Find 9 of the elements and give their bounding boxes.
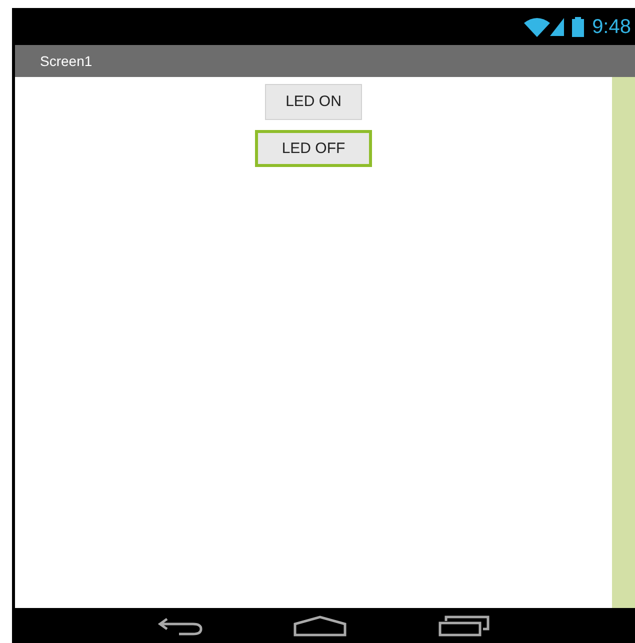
battery-icon bbox=[572, 16, 584, 36]
recent-apps-icon bbox=[438, 614, 490, 636]
app-button[interactable]: LED OFF bbox=[254, 130, 372, 167]
app-button[interactable]: LED ON bbox=[264, 84, 362, 120]
back-icon bbox=[157, 616, 204, 636]
clock: 9:48 bbox=[592, 14, 631, 40]
home-icon bbox=[293, 614, 348, 636]
screen-title: Screen1 bbox=[40, 52, 92, 70]
signal-icon bbox=[550, 18, 564, 36]
